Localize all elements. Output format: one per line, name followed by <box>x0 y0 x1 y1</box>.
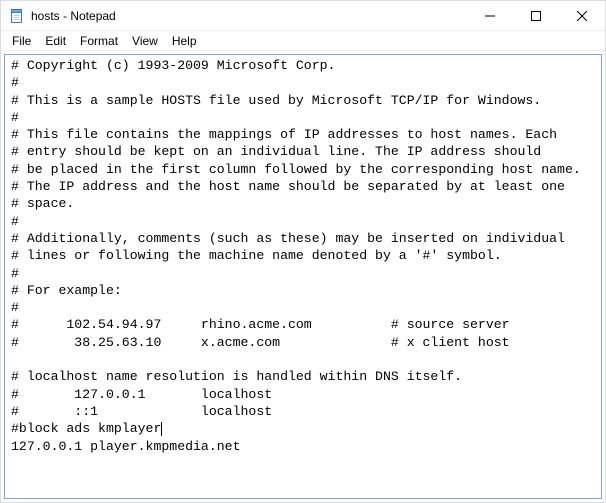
menu-view[interactable]: View <box>125 32 165 50</box>
editor-content-pre: # Copyright (c) 1993-2009 Microsoft Corp… <box>11 58 581 436</box>
menu-edit[interactable]: Edit <box>38 32 73 50</box>
window-title: hosts - Notepad <box>31 9 116 23</box>
titlebar[interactable]: hosts - Notepad <box>1 1 605 31</box>
menu-format[interactable]: Format <box>73 32 125 50</box>
close-button[interactable] <box>559 1 605 30</box>
minimize-button[interactable] <box>467 1 513 30</box>
editor-area: # Copyright (c) 1993-2009 Microsoft Corp… <box>4 54 602 499</box>
notepad-window: hosts - Notepad File Edit Format View He… <box>0 0 606 503</box>
editor-content-post: 127.0.0.1 player.kmpmedia.net <box>11 439 241 454</box>
text-caret <box>161 422 162 436</box>
menu-file[interactable]: File <box>5 32 38 50</box>
menu-help[interactable]: Help <box>165 32 204 50</box>
notepad-icon <box>9 8 25 24</box>
window-controls <box>467 1 605 30</box>
menubar: File Edit Format View Help <box>1 31 605 51</box>
maximize-button[interactable] <box>513 1 559 30</box>
text-editor[interactable]: # Copyright (c) 1993-2009 Microsoft Corp… <box>5 55 601 498</box>
